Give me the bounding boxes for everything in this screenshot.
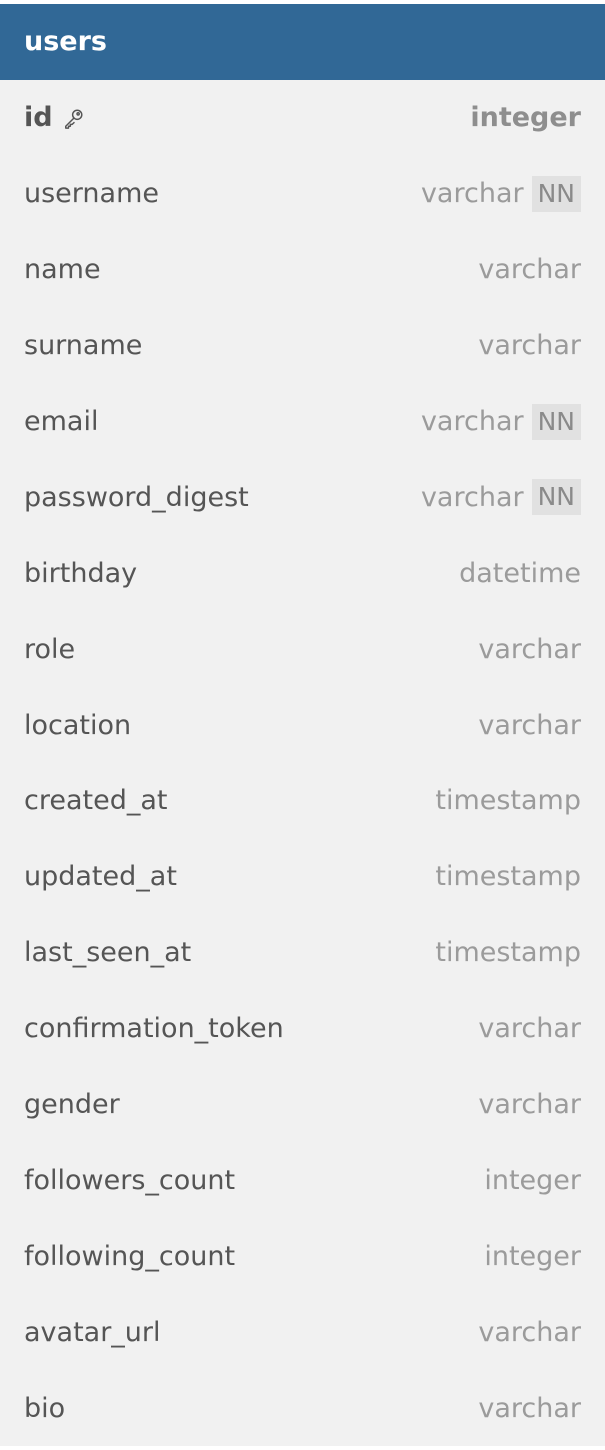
- column-name: confirmation_token: [24, 1013, 284, 1044]
- column-type: varchar: [478, 1013, 581, 1045]
- column-list: id integer username varchar NN name varchar sur…: [0, 80, 605, 1446]
- column-name: avatar_url: [24, 1317, 161, 1348]
- table-row: avatar_url varchar: [0, 1294, 605, 1370]
- table-row: surname varchar: [0, 308, 605, 384]
- column-meta: varchar: [478, 710, 581, 741]
- column-name: location: [24, 710, 131, 741]
- column-name: birthday: [24, 558, 137, 589]
- column-type: varchar: [478, 633, 581, 665]
- key-icon: [63, 107, 85, 129]
- column-type: varchar: [420, 178, 524, 210]
- column-name-label: followers_count: [24, 1164, 236, 1196]
- column-meta: integer: [484, 1241, 581, 1272]
- column-name: email: [24, 406, 98, 437]
- column-name-label: birthday: [24, 557, 138, 589]
- column-name-label: avatar_url: [24, 1316, 161, 1348]
- column-meta: varchar: [478, 1013, 581, 1044]
- column-meta: timestamp: [435, 861, 581, 892]
- table-row: location varchar: [0, 687, 605, 763]
- column-name: updated_at: [24, 861, 177, 892]
- table-row: confirmation_token varchar: [0, 991, 605, 1067]
- column-name: name: [24, 254, 101, 285]
- column-name: following_count: [24, 1241, 235, 1272]
- column-name-label: role: [24, 633, 76, 665]
- column-type: timestamp: [435, 937, 581, 969]
- column-name: password_digest: [24, 482, 249, 513]
- table-row: gender varchar: [0, 1067, 605, 1143]
- column-name: last_seen_at: [24, 937, 191, 968]
- table-row: role varchar: [0, 611, 605, 687]
- users-table: users id integer username varchar NN name varc…: [0, 4, 605, 1446]
- column-name: bio: [24, 1393, 65, 1424]
- column-meta: varchar: [478, 1317, 581, 1348]
- column-name-label: confirmation_token: [24, 1013, 284, 1045]
- column-name-label: email: [24, 406, 99, 437]
- table-row: email varchar NN: [0, 384, 605, 460]
- column-name-label: following_count: [24, 1240, 236, 1272]
- column-name-label: updated_at: [24, 861, 177, 893]
- column-meta: varchar NN: [420, 479, 581, 516]
- column-meta: integer: [470, 102, 581, 133]
- column-type: varchar: [420, 481, 524, 513]
- column-name: surname: [24, 330, 142, 361]
- not-null-badge: NN: [531, 175, 581, 212]
- column-meta: varchar NN: [420, 403, 581, 440]
- column-name-label: last_seen_at: [24, 937, 192, 969]
- column-name: id: [24, 102, 85, 133]
- column-type: varchar: [478, 1089, 581, 1121]
- column-meta: timestamp: [435, 785, 581, 816]
- column-type: datetime: [459, 557, 581, 589]
- column-meta: varchar: [478, 1393, 581, 1424]
- table-title: users: [0, 4, 605, 80]
- table-row: username varchar NN: [0, 156, 605, 232]
- column-name-label: name: [24, 254, 101, 286]
- column-name: created_at: [24, 785, 167, 816]
- column-type: varchar: [478, 254, 581, 286]
- column-name: username: [24, 178, 159, 209]
- column-meta: varchar: [478, 1089, 581, 1120]
- column-meta: varchar NN: [420, 175, 581, 212]
- column-name: gender: [24, 1089, 120, 1120]
- column-name-label: username: [24, 178, 159, 210]
- table-row: birthday datetime: [0, 535, 605, 611]
- column-name: role: [24, 634, 75, 665]
- table-row: password_digest varchar NN: [0, 459, 605, 535]
- column-name: followers_count: [24, 1165, 235, 1196]
- table-row: following_count integer: [0, 1218, 605, 1294]
- column-type: timestamp: [435, 785, 581, 817]
- column-type: integer: [470, 102, 581, 134]
- column-type: varchar: [420, 406, 524, 437]
- column-meta: timestamp: [435, 937, 581, 968]
- column-meta: datetime: [459, 558, 581, 589]
- not-null-badge: NN: [531, 403, 581, 440]
- table-row: created_at timestamp: [0, 763, 605, 839]
- table-row: followers_count integer: [0, 1142, 605, 1218]
- column-meta: integer: [484, 1165, 581, 1196]
- table-row: id integer: [0, 80, 605, 156]
- column-meta: varchar: [478, 254, 581, 285]
- column-name-label: created_at: [24, 785, 168, 817]
- column-meta: varchar: [478, 330, 581, 361]
- table-row: last_seen_at timestamp: [0, 915, 605, 991]
- column-name-label: password_digest: [24, 481, 249, 513]
- table-row: bio varchar: [0, 1370, 605, 1446]
- column-name-label: surname: [24, 330, 143, 362]
- column-name-label: bio: [24, 1392, 66, 1424]
- table-row: updated_at timestamp: [0, 839, 605, 915]
- column-name-label: id: [24, 102, 53, 134]
- column-type: varchar: [478, 709, 581, 741]
- column-meta: varchar: [478, 634, 581, 665]
- column-type: timestamp: [435, 861, 581, 893]
- column-type: integer: [484, 1164, 581, 1196]
- column-type: varchar: [478, 1392, 581, 1424]
- table-row: name varchar: [0, 232, 605, 308]
- not-null-badge: NN: [531, 479, 581, 516]
- column-type: integer: [484, 1240, 581, 1272]
- column-type: varchar: [478, 330, 581, 362]
- column-type: varchar: [478, 1316, 581, 1348]
- column-name-label: location: [24, 709, 132, 741]
- column-name-label: gender: [24, 1089, 120, 1121]
